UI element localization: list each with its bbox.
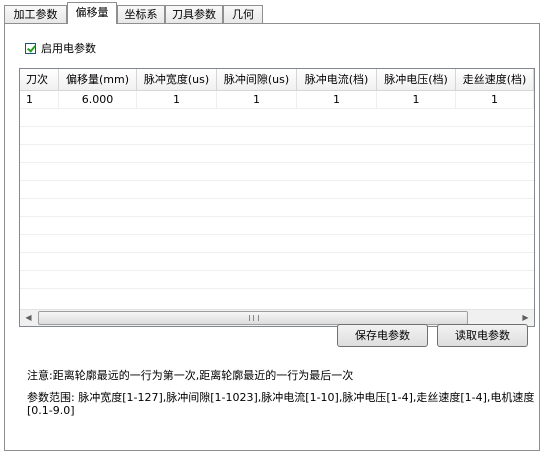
empty-row (20, 217, 534, 235)
table-cell[interactable]: 1 (456, 91, 534, 109)
column-header[interactable]: 刀次 (20, 69, 59, 91)
tab-offset[interactable]: 偏移量 (67, 2, 117, 24)
tab-panel: 启用电参数 刀次 偏移量(mm) 脉冲宽度(us) 脉冲间隙(us) 脉冲电流(… (4, 23, 540, 451)
checkbox-box[interactable] (25, 42, 36, 54)
column-header[interactable]: 脉冲电压(档) (377, 69, 456, 91)
save-params-button[interactable]: 保存电参数 (337, 324, 428, 347)
tab-coordinate-system[interactable]: 坐标系 (117, 5, 165, 23)
offset-settings-window: 加工参数 偏移量 坐标系 刀具参数 几何 启用电参数 刀次 偏移量(mm) 脉冲… (0, 0, 545, 455)
column-header[interactable]: 走丝速度(档) (456, 69, 534, 91)
empty-row (20, 145, 534, 163)
table-cell[interactable]: 1 (20, 91, 59, 109)
empty-row (20, 181, 534, 199)
column-header[interactable]: 脉冲间隙(us) (217, 69, 297, 91)
table-body: 1 6.000 1 1 1 1 1 (20, 91, 534, 289)
empty-row (20, 235, 534, 253)
empty-row (20, 271, 534, 289)
tab-geometry[interactable]: 几何 (223, 5, 263, 23)
empty-row (20, 127, 534, 145)
table-cell[interactable]: 1 (217, 91, 297, 109)
empty-row (20, 163, 534, 181)
column-header[interactable]: 脉冲宽度(us) (137, 69, 217, 91)
checkbox-label: 启用电参数 (41, 42, 96, 55)
table-row[interactable]: 1 6.000 1 1 1 1 1 (20, 91, 534, 109)
grip-icon (249, 315, 259, 321)
column-header[interactable]: 脉冲电流(档) (297, 69, 377, 91)
note-text: 注意:距离轮廓最远的一行为第一次,距离轮廓最近的一行为最后一次 (27, 369, 354, 382)
enable-params-checkbox[interactable]: 启用电参数 (25, 40, 96, 56)
empty-row (20, 253, 534, 271)
tab-machining-params[interactable]: 加工参数 (4, 5, 67, 23)
read-params-button[interactable]: 读取电参数 (437, 324, 528, 347)
scroll-thumb[interactable] (38, 311, 468, 325)
column-header[interactable]: 偏移量(mm) (59, 69, 137, 91)
table-cell[interactable]: 1 (377, 91, 456, 109)
table-cell[interactable]: 1 (137, 91, 217, 109)
params-table[interactable]: 刀次 偏移量(mm) 脉冲宽度(us) 脉冲间隙(us) 脉冲电流(档) 脉冲电… (19, 68, 535, 327)
tab-strip: 加工参数 偏移量 坐标系 刀具参数 几何 (0, 0, 545, 24)
table-header: 刀次 偏移量(mm) 脉冲宽度(us) 脉冲间隙(us) 脉冲电流(档) 脉冲电… (20, 69, 534, 91)
table-cell[interactable]: 6.000 (59, 91, 137, 109)
tab-tool-params[interactable]: 刀具参数 (165, 5, 223, 23)
empty-row (20, 199, 534, 217)
table-cell[interactable]: 1 (297, 91, 377, 109)
empty-row (20, 109, 534, 127)
scroll-left-icon[interactable]: ◀ (20, 310, 37, 326)
range-text: 参数范围: 脉冲宽度[1-127],脉冲间隙[1-1023],脉冲电流[1-10… (27, 391, 535, 417)
